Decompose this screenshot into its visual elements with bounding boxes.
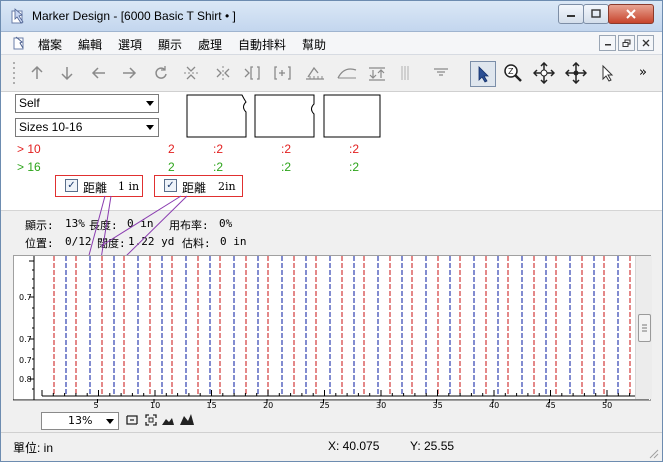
ruler-label: 0.7 <box>19 335 32 344</box>
ruler-label: 45 <box>546 401 556 410</box>
ruler-label: 25 <box>320 401 330 410</box>
fit-all-icon[interactable] <box>144 413 158 427</box>
ruler-label: 35 <box>433 401 443 410</box>
cursor-y: Y: 25.55 <box>410 439 455 453</box>
unit-label: 單位: in <box>13 441 54 455</box>
chevron-down-icon <box>106 419 114 424</box>
ruler-label: 0.7 <box>19 293 32 302</box>
ruler-label: 10 <box>150 401 160 410</box>
ruler-label: 20 <box>263 401 273 410</box>
ruler-label: 0.7 <box>19 356 32 365</box>
ruler-label: 30 <box>376 401 386 410</box>
vertical-ruler-ticks <box>29 260 34 390</box>
ruler-label: 0.8 <box>19 375 32 384</box>
large-mountain-icon[interactable] <box>179 412 195 426</box>
horizontal-ruler-ticks <box>41 390 631 396</box>
grip-icon <box>642 324 647 332</box>
resize-grip-icon[interactable] <box>647 447 659 459</box>
marker-canvas[interactable]: 0.7 0.7 0.7 0.8 <box>13 255 651 401</box>
ruler-label: 50 <box>602 401 612 410</box>
vertical-scrollbar[interactable] <box>635 256 652 399</box>
zoom-select[interactable]: 13% <box>41 412 119 430</box>
small-mountain-icon[interactable] <box>161 414 175 426</box>
cut-lines <box>53 256 643 394</box>
zoom-bar: 13% <box>1 410 662 432</box>
scrollbar-thumb[interactable] <box>638 314 651 342</box>
main-window: Marker Design - [6000 Basic T Shirt • ] … <box>0 0 663 462</box>
zoom-value: 13% <box>68 414 93 427</box>
status-bar: 單位: in X: 40.075 Y: 25.55 <box>1 432 662 461</box>
ruler-label: 15 <box>207 401 217 410</box>
fit-width-icon[interactable] <box>125 413 139 427</box>
cursor-x: X: 40.075 <box>328 439 380 453</box>
marker-layout[interactable]: 0.7 0.7 0.7 0.8 <box>14 256 650 400</box>
ruler-label: 40 <box>489 401 499 410</box>
